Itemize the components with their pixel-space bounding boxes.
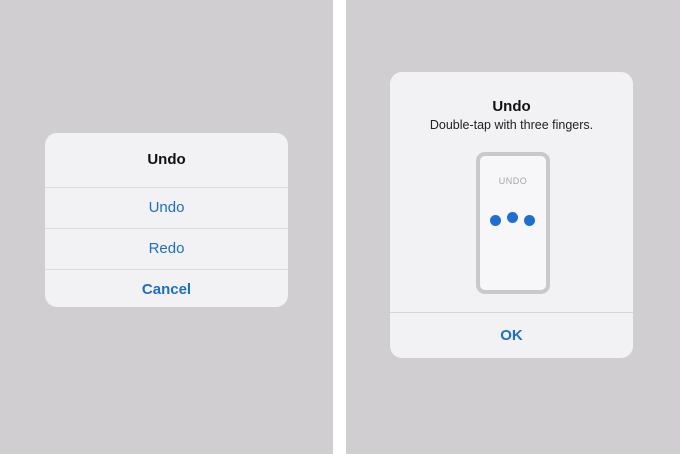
alert-title: Undo: [492, 98, 531, 115]
right-panel-background: Undo Double-tap with three fingers. UNDO…: [346, 0, 680, 454]
phone-illustration: UNDO: [476, 152, 550, 294]
phone-illustration-label: UNDO: [498, 176, 528, 186]
ok-button[interactable]: OK: [390, 313, 633, 358]
finger-dot-icon: [524, 215, 535, 226]
redo-button[interactable]: Redo: [45, 229, 288, 270]
three-finger-tap-icon: [480, 212, 546, 226]
finger-dot-icon: [507, 212, 518, 223]
action-sheet-title: Undo: [45, 133, 288, 188]
undo-action-sheet: Undo Undo Redo Cancel: [45, 133, 288, 307]
cancel-button[interactable]: Cancel: [45, 270, 288, 307]
left-panel-background: Undo Undo Redo Cancel: [0, 0, 333, 454]
alert-message: Double-tap with three fingers.: [429, 118, 594, 132]
undo-button[interactable]: Undo: [45, 188, 288, 229]
finger-dot-icon: [490, 215, 501, 226]
undo-gesture-alert: Undo Double-tap with three fingers. UNDO…: [390, 72, 633, 358]
